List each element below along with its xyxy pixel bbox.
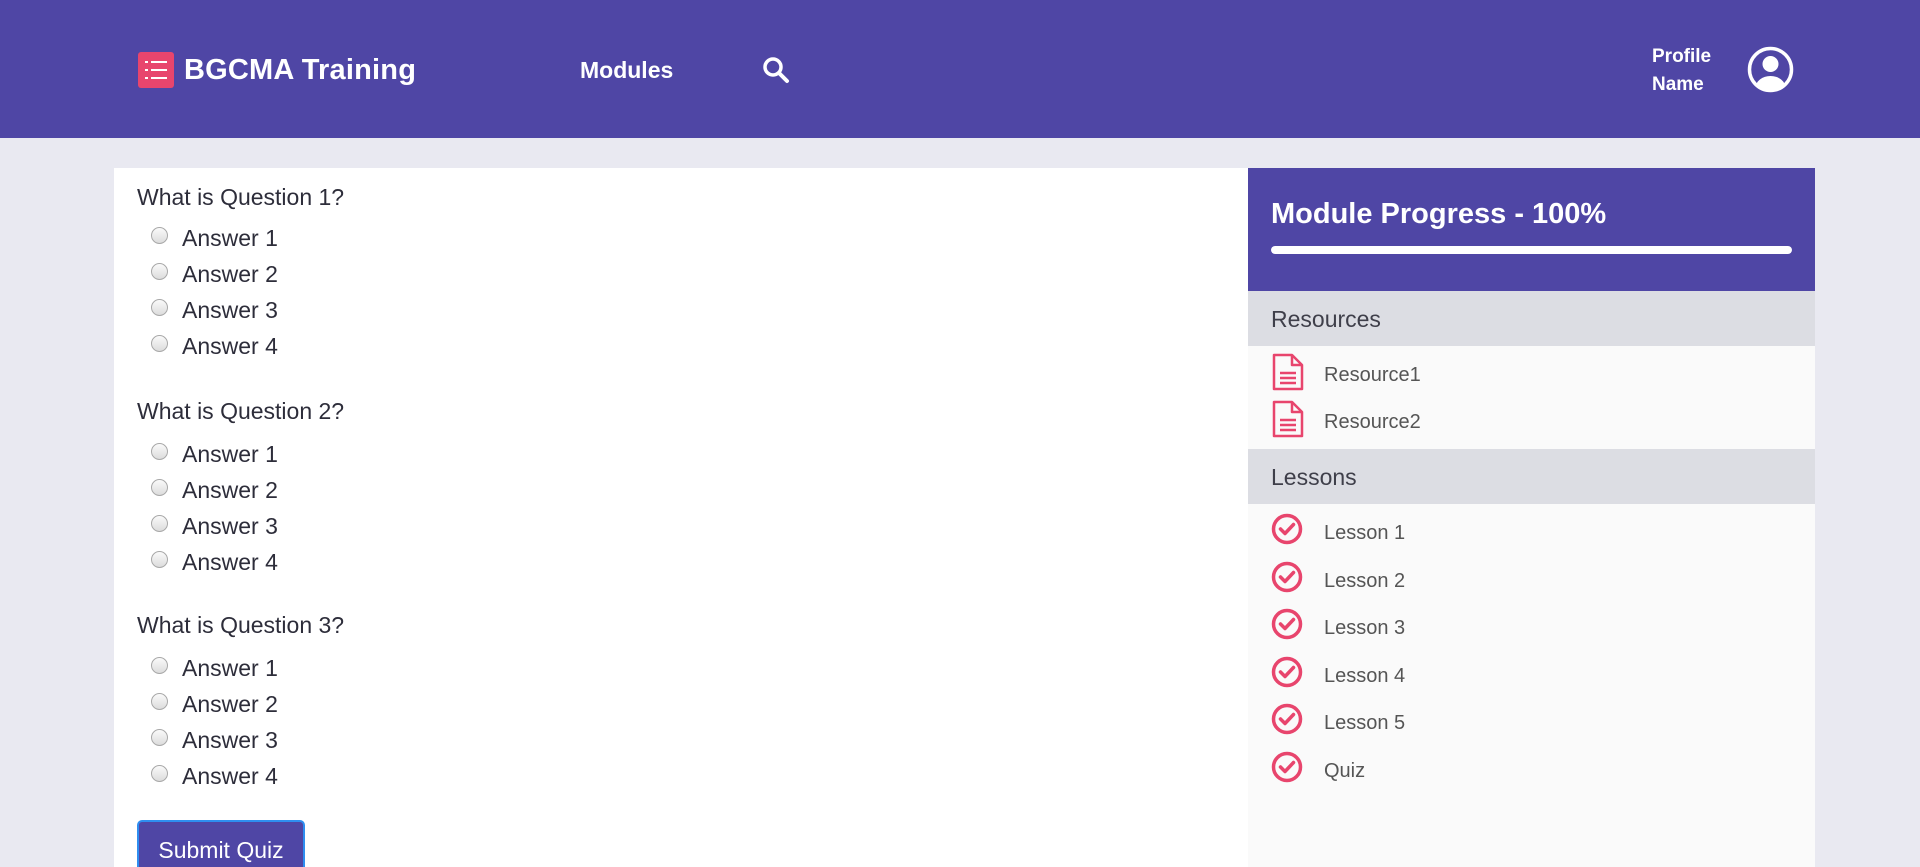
check-circle-icon bbox=[1271, 561, 1303, 593]
profile-name[interactable]: Profile Name bbox=[1652, 43, 1732, 99]
radio-button[interactable] bbox=[151, 298, 168, 316]
answer-option[interactable]: Answer 1 bbox=[151, 650, 344, 686]
search-icon[interactable] bbox=[762, 56, 790, 84]
top-navbar: BGCMA Training Modules Profile Name bbox=[0, 0, 1920, 138]
radio-button[interactable] bbox=[151, 764, 168, 782]
check-circle-icon bbox=[1271, 751, 1303, 783]
quiz-question: What is Question 1? Answer 1 Answer 2 An… bbox=[137, 182, 344, 364]
radio-button[interactable] bbox=[151, 478, 168, 496]
answer-label: Answer 2 bbox=[182, 690, 278, 717]
answer-option[interactable]: Answer 4 bbox=[151, 544, 344, 580]
answer-label: Answer 3 bbox=[182, 296, 278, 323]
resources-heading: Resources bbox=[1248, 291, 1815, 346]
radio-button[interactable] bbox=[151, 514, 168, 532]
check-circle-icon bbox=[1271, 608, 1303, 640]
check-circle-icon bbox=[1271, 656, 1303, 688]
answer-label: Answer 4 bbox=[182, 762, 278, 789]
answer-option[interactable]: Answer 2 bbox=[151, 256, 344, 292]
resource-label: Resource1 bbox=[1324, 363, 1421, 386]
question-text: What is Question 1? bbox=[137, 184, 345, 210]
answer-option[interactable]: Answer 2 bbox=[151, 686, 344, 722]
progress-bar-fill bbox=[1271, 246, 1792, 254]
answer-option[interactable]: Answer 3 bbox=[151, 508, 344, 544]
answer-label: Answer 1 bbox=[182, 654, 278, 681]
check-circle-icon bbox=[1271, 703, 1303, 735]
answer-option[interactable]: Answer 4 bbox=[151, 758, 344, 794]
brand-link[interactable]: BGCMA Training bbox=[138, 52, 416, 88]
answer-option[interactable]: Answer 3 bbox=[151, 722, 344, 758]
progress-title: Module Progress - 100% bbox=[1271, 198, 1607, 230]
lesson-label: Lesson 3 bbox=[1324, 616, 1406, 639]
answer-option[interactable]: Answer 1 bbox=[151, 436, 344, 472]
lesson-item[interactable]: Quiz bbox=[1271, 751, 1365, 783]
module-sidebar: Module Progress - 100% Resources Resourc… bbox=[1248, 168, 1815, 867]
radio-button[interactable] bbox=[151, 262, 168, 280]
answer-option[interactable]: Answer 4 bbox=[151, 328, 344, 364]
radio-button[interactable] bbox=[151, 334, 168, 352]
lesson-label: Lesson 5 bbox=[1324, 711, 1406, 734]
lessons-heading: Lessons bbox=[1248, 449, 1815, 504]
lesson-label: Lesson 1 bbox=[1324, 521, 1406, 544]
resource-item[interactable]: Resource1 bbox=[1271, 353, 1421, 391]
lesson-label: Lesson 2 bbox=[1324, 569, 1406, 592]
answer-label: Answer 4 bbox=[182, 332, 278, 359]
lesson-item[interactable]: Lesson 1 bbox=[1271, 513, 1405, 545]
lesson-item[interactable]: Lesson 5 bbox=[1271, 703, 1405, 735]
radio-button[interactable] bbox=[151, 728, 168, 746]
answer-label: Answer 3 bbox=[182, 512, 278, 539]
check-circle-icon bbox=[1271, 513, 1303, 545]
answer-label: Answer 4 bbox=[182, 548, 278, 575]
answer-option[interactable]: Answer 3 bbox=[151, 292, 344, 328]
answer-label: Answer 1 bbox=[182, 224, 278, 251]
lesson-item[interactable]: Lesson 4 bbox=[1271, 656, 1405, 688]
brand-title: BGCMA Training bbox=[184, 53, 417, 86]
lesson-label: Quiz bbox=[1324, 759, 1366, 782]
list-icon bbox=[138, 52, 174, 88]
answer-label: Answer 2 bbox=[182, 260, 278, 287]
radio-button[interactable] bbox=[151, 692, 168, 710]
radio-button[interactable] bbox=[151, 442, 168, 460]
lessons-heading-label: Lessons bbox=[1271, 464, 1357, 490]
lesson-item[interactable]: Lesson 3 bbox=[1271, 608, 1405, 640]
question-text: What is Question 2? bbox=[137, 398, 345, 424]
radio-button[interactable] bbox=[151, 550, 168, 568]
progress-bar bbox=[1271, 246, 1792, 254]
lesson-label: Lesson 4 bbox=[1324, 664, 1406, 687]
answer-label: Answer 1 bbox=[182, 440, 278, 467]
submit-quiz-button[interactable]: Submit Quiz bbox=[137, 820, 305, 867]
module-progress: Module Progress - 100% bbox=[1248, 168, 1815, 291]
document-icon bbox=[1272, 353, 1304, 391]
nav-modules-link[interactable]: Modules bbox=[580, 57, 673, 84]
lesson-item[interactable]: Lesson 2 bbox=[1271, 561, 1405, 593]
resource-item[interactable]: Resource2 bbox=[1271, 400, 1421, 438]
quiz-question: What is Question 3? Answer 1 Answer 2 An… bbox=[137, 610, 344, 794]
resource-label: Resource2 bbox=[1324, 410, 1421, 433]
quiz-panel: What is Question 1? Answer 1 Answer 2 An… bbox=[114, 168, 1248, 867]
radio-button[interactable] bbox=[151, 226, 168, 244]
user-circle-icon[interactable] bbox=[1747, 46, 1794, 93]
resources-heading-label: Resources bbox=[1271, 306, 1381, 332]
quiz-question: What is Question 2? Answer 1 Answer 2 An… bbox=[137, 396, 344, 580]
answer-label: Answer 3 bbox=[182, 726, 278, 753]
question-text: What is Question 3? bbox=[137, 612, 345, 638]
document-icon bbox=[1272, 400, 1304, 438]
answer-option[interactable]: Answer 1 bbox=[151, 220, 344, 256]
answer-option[interactable]: Answer 2 bbox=[151, 472, 344, 508]
radio-button[interactable] bbox=[151, 656, 168, 674]
answer-label: Answer 2 bbox=[182, 476, 278, 503]
